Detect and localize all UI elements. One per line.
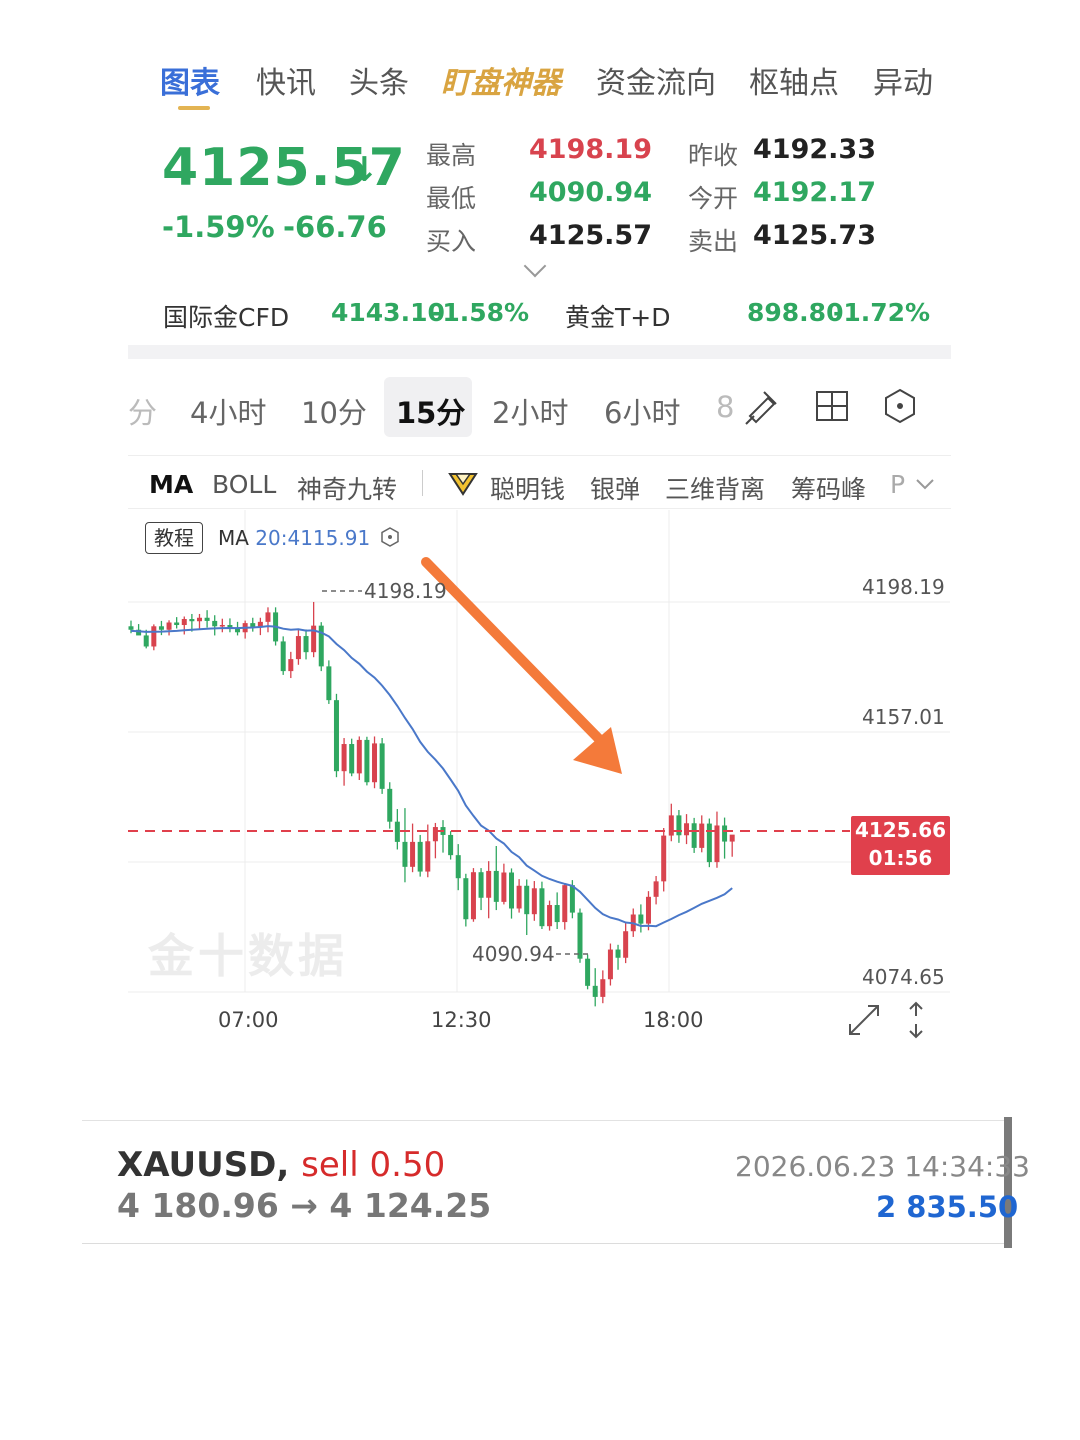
current-price-tag-value: 4125.66 (854, 818, 947, 842)
candle (326, 660, 332, 704)
candle (181, 616, 187, 635)
candle (470, 868, 476, 922)
candle (691, 817, 697, 853)
candle (356, 736, 362, 781)
candle (478, 868, 484, 911)
candle (722, 817, 728, 859)
trade-symbol-line: XAUUSD, sell 0.50 (117, 1145, 445, 1185)
candle (607, 943, 613, 986)
candle (729, 834, 735, 857)
candle (349, 738, 355, 777)
candle (661, 828, 667, 892)
ma-line (130, 625, 733, 928)
candle (539, 881, 545, 930)
trade-side: sell 0.50 (301, 1145, 446, 1185)
candle (204, 610, 210, 628)
candle (638, 904, 644, 933)
candle (493, 845, 499, 911)
candle (509, 868, 514, 919)
candle (250, 617, 256, 632)
vertical-scale-icon[interactable] (904, 1000, 928, 1040)
candle (265, 607, 271, 633)
ma-legend: MA 20:4115.91 (218, 526, 370, 550)
trade-profit: 2 835.50 (876, 1190, 1019, 1224)
candle (303, 629, 309, 660)
candle (463, 873, 469, 927)
candle (379, 738, 385, 794)
candle (516, 879, 522, 913)
candle (151, 624, 157, 651)
x-tick-3: 18:00 (643, 1008, 704, 1032)
candle (318, 622, 324, 672)
x-tick-2: 12:30 (431, 1008, 492, 1032)
candle-countdown: 01:56 (868, 846, 933, 870)
candle (486, 861, 492, 919)
candle (136, 624, 142, 636)
candle (623, 923, 629, 964)
candle (387, 782, 393, 829)
y-tick-mid: 4157.01 (862, 705, 945, 729)
candle (684, 814, 690, 845)
candle (166, 620, 172, 636)
candle (706, 818, 712, 868)
candle (531, 881, 537, 921)
candle (547, 900, 553, 931)
candle (196, 613, 202, 630)
candle (227, 618, 233, 633)
candle (242, 620, 248, 639)
candle (585, 954, 591, 990)
candle (714, 811, 720, 868)
candle (158, 620, 164, 636)
candle (653, 875, 659, 905)
fullscreen-icon[interactable] (846, 1002, 882, 1038)
candle (554, 892, 560, 930)
candle (402, 808, 408, 883)
candle (341, 738, 347, 786)
x-tick-1: 07:00 (218, 1008, 279, 1032)
candle (432, 822, 438, 859)
candle (394, 809, 400, 850)
candle (333, 693, 339, 778)
candle (668, 803, 674, 842)
current-price-tag: 4125.66 01:56 (851, 816, 950, 875)
chart-high-label: 4198.19 (364, 579, 447, 603)
trade-symbol: XAUUSD, (117, 1145, 290, 1185)
candle (219, 618, 225, 633)
candle (448, 831, 454, 860)
chart-low-label: 4090.94 (472, 942, 555, 966)
candle (600, 970, 606, 1004)
candle (417, 834, 423, 877)
candle (455, 844, 461, 891)
candle (615, 944, 621, 970)
trade-datetime: 2026.06.23 14:34:33 (735, 1150, 1030, 1183)
candle (425, 824, 431, 878)
tutorial-button[interactable]: 教程 (145, 522, 203, 554)
candle (699, 815, 705, 853)
candle (592, 968, 598, 1007)
candle (524, 879, 530, 936)
trade-prices: 4 180.96 → 4 124.25 (117, 1186, 492, 1225)
candle (288, 651, 294, 679)
candle (440, 820, 446, 853)
candle (372, 736, 378, 789)
y-tick-top: 4198.19 (862, 575, 945, 599)
candle (364, 736, 370, 786)
trend-arrow-shaft (421, 557, 605, 745)
candle (280, 636, 286, 675)
candle (501, 863, 507, 905)
ma-label: MA (218, 526, 249, 550)
candle (295, 630, 301, 665)
candle (212, 615, 218, 636)
ma-value: 20:4115.91 (255, 526, 371, 550)
y-tick-bottom: 4074.65 (862, 965, 945, 989)
ma-settings-icon[interactable] (380, 527, 400, 547)
candle (645, 891, 651, 931)
candle (174, 617, 180, 629)
candle (676, 810, 682, 843)
candle (562, 883, 568, 930)
candle (410, 823, 416, 873)
